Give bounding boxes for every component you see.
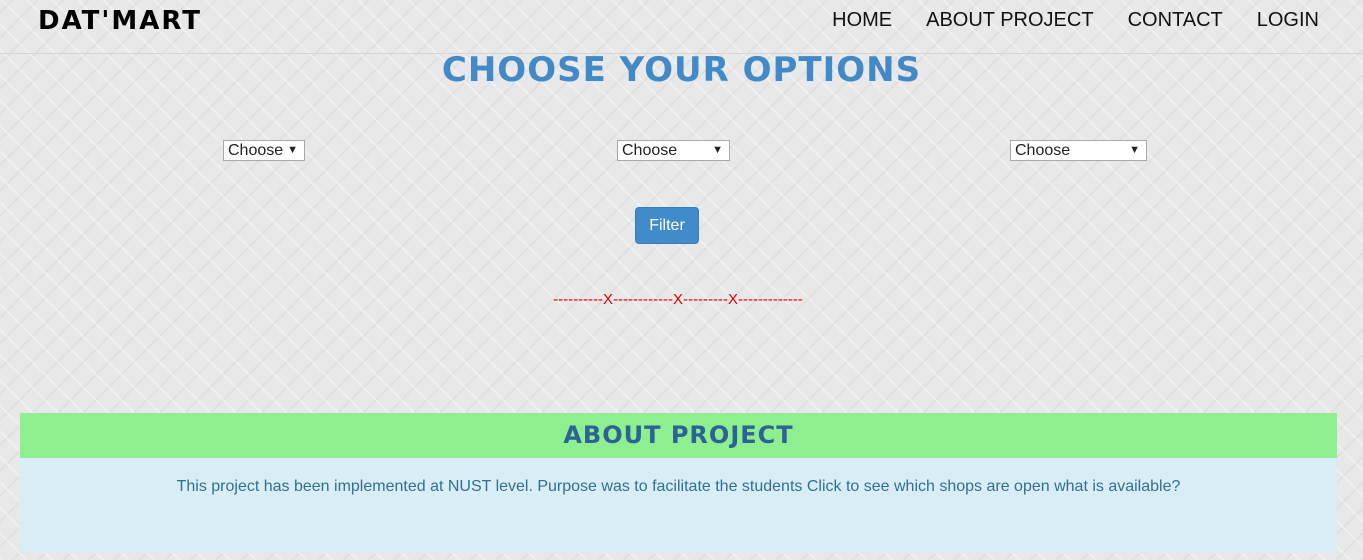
nav-home[interactable]: HOME [832,9,892,32]
option-select-1[interactable]: Choose ▼ [223,140,305,161]
select-value: Choose [1015,142,1071,159]
select-value: Choose [228,142,284,159]
option-select-2[interactable]: Choose ▼ [617,140,730,161]
dropdown-arrow-icon: ▼ [1129,144,1140,156]
about-heading: ABOUT PROJECT [20,413,1337,458]
navbar: DAT'MART HOME ABOUT PROJECT CONTACT LOGI… [0,0,1363,54]
nav-contact[interactable]: CONTACT [1128,9,1223,32]
page-title: CHOOSE YOUR OPTIONS [441,50,922,90]
option-select-3[interactable]: Choose ▼ [1010,140,1147,161]
nav-links: HOME ABOUT PROJECT CONTACT LOGIN [832,9,1319,32]
select-value: Choose [622,142,678,159]
divider-text: ----------X------------X---------X------… [553,291,803,308]
nav-about-project[interactable]: ABOUT PROJECT [926,9,1093,32]
nav-login[interactable]: LOGIN [1257,9,1319,32]
dropdown-arrow-icon: ▼ [712,144,723,156]
brand-logo[interactable]: DAT'MART [38,6,202,36]
dropdown-arrow-icon: ▼ [287,144,298,156]
filter-button[interactable]: Filter [635,207,699,244]
about-section: ABOUT PROJECT This project has been impl… [20,413,1337,552]
about-text: This project has been implemented at NUS… [176,478,1181,495]
